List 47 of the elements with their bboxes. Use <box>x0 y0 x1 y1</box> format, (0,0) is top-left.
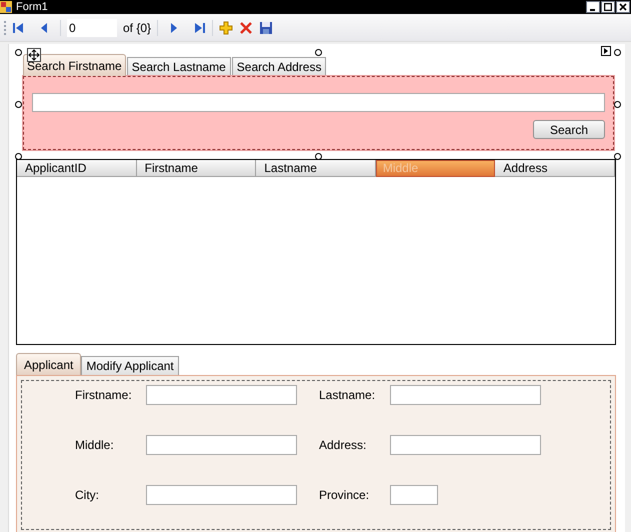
column-header[interactable]: Address <box>495 160 616 177</box>
resize-handle[interactable] <box>315 153 322 160</box>
text-field[interactable] <box>146 435 297 455</box>
search-field[interactable] <box>32 93 605 112</box>
field-label: Firstname: <box>75 387 133 404</box>
search-tab[interactable]: Search Address <box>232 57 326 76</box>
smart-tag-icon[interactable] <box>601 46 611 56</box>
text-field[interactable] <box>390 435 541 455</box>
text-field[interactable] <box>390 385 541 405</box>
maximize-icon <box>604 3 612 11</box>
move-icon[interactable] <box>27 48 41 62</box>
record-count: of {0} <box>123 20 152 36</box>
column-header[interactable]: ApplicantID <box>17 160 137 177</box>
field-label: Address: <box>319 437 368 454</box>
resize-handle[interactable] <box>614 153 621 160</box>
resize-handle[interactable] <box>614 49 621 56</box>
resize-handle[interactable] <box>614 101 621 108</box>
search-tab[interactable]: Search Lastname <box>126 57 231 76</box>
save-icon[interactable] <box>259 20 274 34</box>
minimize-button[interactable] <box>586 1 600 13</box>
field-label: Middle: <box>75 437 115 454</box>
field-label: Lastname: <box>319 387 376 404</box>
window-title: Form1 <box>16 2 48 12</box>
text-field[interactable] <box>146 385 297 405</box>
column-header[interactable]: Lastname <box>256 160 376 177</box>
close-button[interactable] <box>616 1 630 13</box>
resize-handle[interactable] <box>15 101 22 108</box>
search-tab[interactable]: Search Firstname <box>23 54 126 76</box>
first-record-icon[interactable] <box>12 22 24 34</box>
resize-handle[interactable] <box>315 49 322 56</box>
resize-handle[interactable] <box>15 153 22 160</box>
position-field[interactable]: 0 <box>67 18 117 36</box>
form-icon <box>0 1 12 13</box>
text-field[interactable] <box>390 485 438 505</box>
column-header[interactable]: Firstname <box>136 160 256 177</box>
add-icon[interactable] <box>219 20 234 34</box>
text-field[interactable] <box>146 485 297 505</box>
form-tab[interactable]: Applicant <box>16 353 82 375</box>
form-tab[interactable]: Modify Applicant <box>81 356 179 375</box>
field-label: Province: <box>319 487 370 504</box>
resize-handle[interactable] <box>15 49 22 56</box>
close-icon <box>619 3 627 11</box>
delete-icon[interactable] <box>239 20 254 34</box>
last-record-icon[interactable] <box>194 22 206 34</box>
search-button[interactable]: Search <box>533 120 605 139</box>
maximize-button[interactable] <box>601 1 615 13</box>
field-label: City: <box>75 487 100 504</box>
